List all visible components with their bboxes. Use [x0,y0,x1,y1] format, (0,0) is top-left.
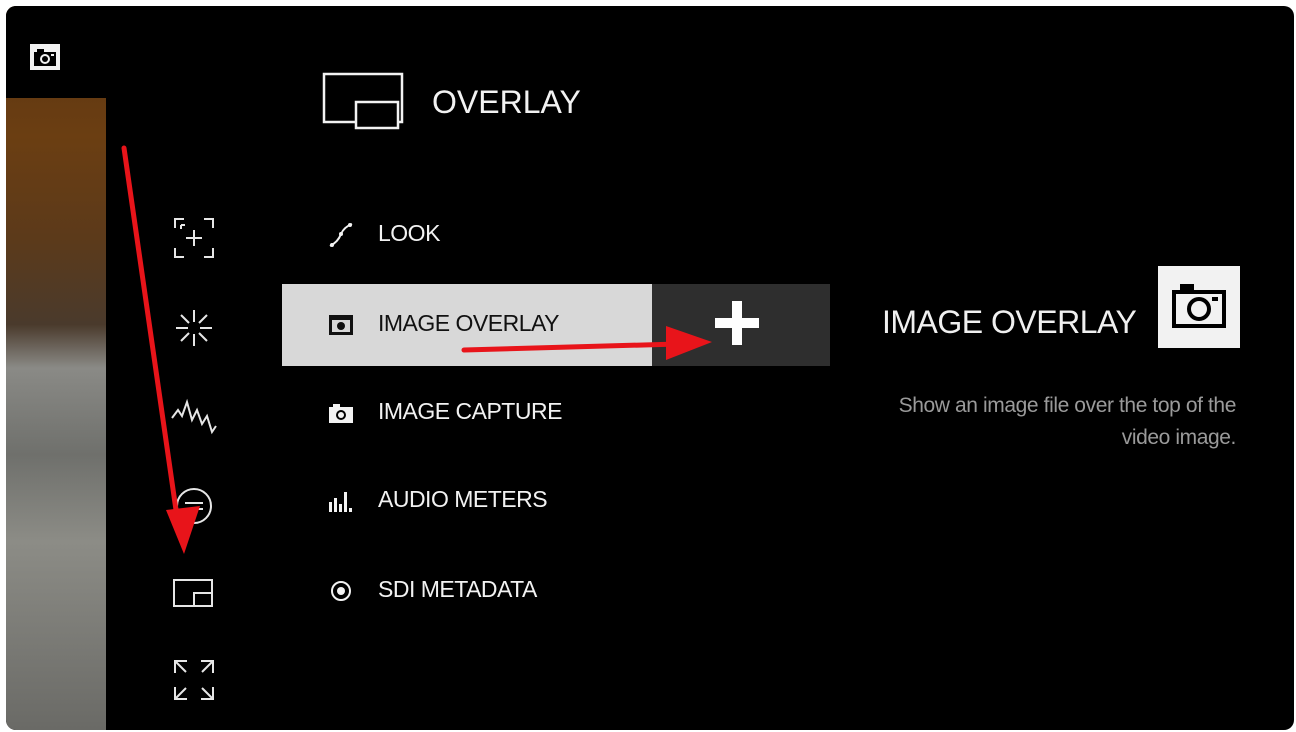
menu-item-sdi-metadata[interactable]: SDI METADATA [282,550,652,632]
menu-item-label: IMAGE CAPTURE [378,398,562,424]
menu-item-label: SDI METADATA [378,576,537,602]
detail-icon-box [1158,266,1240,348]
overlay-icon[interactable] [172,576,216,612]
focus-assist-icon[interactable] [172,216,216,260]
camera-menu-button[interactable] [6,6,106,98]
exposure-icon[interactable] [172,306,216,350]
camera-icon [329,404,353,423]
camera-icon [1172,284,1226,328]
overlay-icon [322,72,404,130]
page-title: OVERLAY [432,84,581,120]
zoom-expand-icon[interactable] [172,658,216,702]
menu-item-label: AUDIO METERS [378,486,548,512]
menu-item-label: LOOK [378,220,440,246]
video-preview-strip [6,6,106,730]
menu-item-audio-meters[interactable]: AUDIO METERS [282,460,652,542]
menu-item-image-capture[interactable]: IMAGE CAPTURE [282,372,652,454]
scope-icon[interactable] [172,484,216,528]
detail-description: Show an image file over the top of the v… [898,394,1237,449]
look-curve-icon [329,223,353,247]
menu-item-label: IMAGE OVERLAY [378,310,559,336]
camera-icon [30,44,60,70]
camera-icon [329,315,353,335]
audio-meters-icon [329,492,352,512]
menu-item-look[interactable]: LOOK [282,194,652,276]
app-window: OVERLAY LOOK IMAGE OVERLAY IMAGE CAPTURE [6,6,1294,730]
menu-item-image-overlay[interactable]: IMAGE OVERLAY [282,284,652,366]
target-icon [331,581,351,601]
detail-title: IMAGE OVERLAY [882,304,1137,340]
waveform-icon[interactable] [170,394,218,438]
add-button[interactable] [652,284,830,366]
